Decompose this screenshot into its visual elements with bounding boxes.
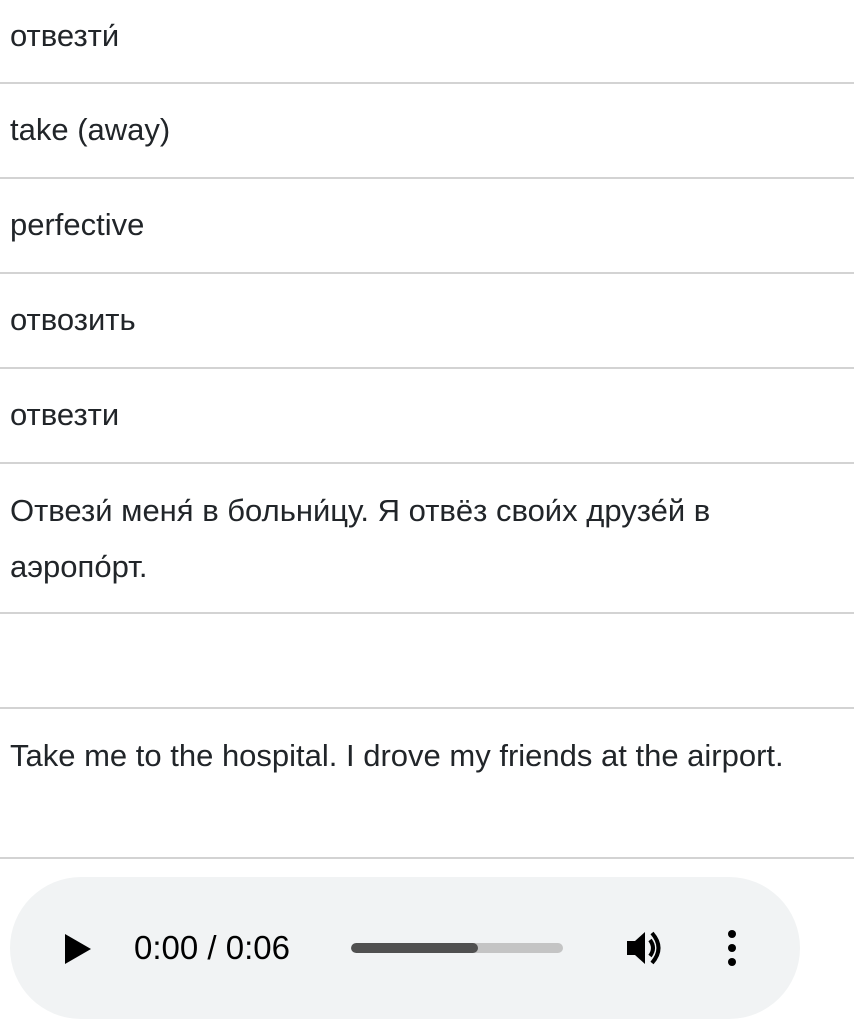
volume-icon[interactable] (625, 929, 669, 967)
entry-list: отвезти́ take (away) perfective отвозить… (0, 0, 854, 859)
volume-icon-svg (627, 931, 661, 965)
empty-row (0, 614, 854, 709)
example-english: Take me to the hospital. I drove my frie… (10, 738, 784, 773)
aspect-partner-row: отвозить (0, 274, 854, 369)
translation-row: take (away) (0, 84, 854, 179)
headword: отвезти́ (10, 18, 120, 53)
progress-bar[interactable] (351, 943, 563, 953)
more-vertical-icon-svg (728, 930, 736, 966)
plain-form: отвезти (10, 397, 120, 432)
aspect-row: perfective (0, 179, 854, 274)
aspect-partner: отвозить (10, 302, 136, 337)
translation: take (away) (10, 112, 171, 147)
aspect: perfective (10, 207, 145, 242)
more-vertical-icon[interactable] (720, 929, 744, 967)
example-russian: Отвези́ меня́ в больни́цу. Я отвёз свои́… (10, 493, 711, 584)
example-english-row: Take me to the hospital. I drove my frie… (0, 709, 854, 859)
play-icon[interactable] (65, 934, 91, 964)
example-russian-row: Отвези́ меня́ в больни́цу. Я отвёз свои́… (0, 464, 854, 614)
headword-row: отвезти́ (0, 0, 854, 84)
time-display: 0:00 / 0:06 (134, 929, 290, 966)
progress-fill (351, 943, 479, 953)
audio-player[interactable]: 0:00 / 0:06 (10, 877, 800, 1019)
plain-form-row: отвезти (0, 369, 854, 464)
